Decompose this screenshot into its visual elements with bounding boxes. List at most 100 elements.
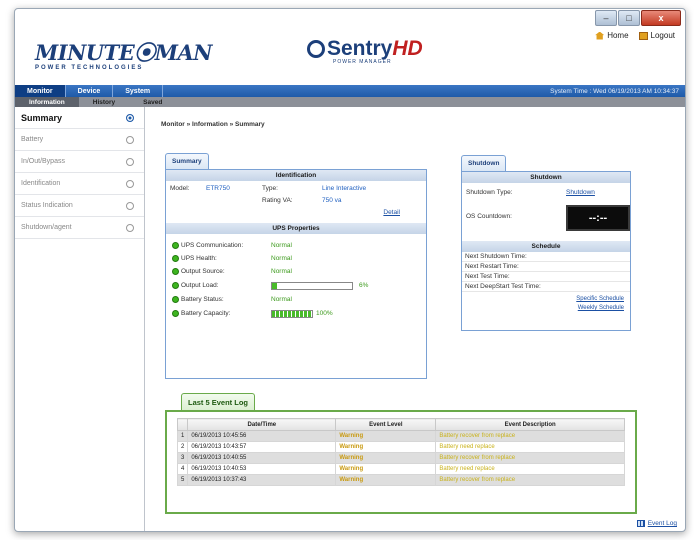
close-button[interactable]: x [641, 10, 681, 26]
row-level: Warning [335, 452, 437, 464]
row-description: Battery recover from replace [435, 474, 625, 486]
event-log-link[interactable]: Event Log [636, 520, 677, 527]
rating-label: Rating VA: [262, 197, 293, 204]
event-log-panel: Date/Time Event Level Event Description … [165, 410, 637, 514]
status-dot-icon [172, 296, 179, 303]
event-log-header-row: Date/Time Event Level Event Description [176, 418, 625, 431]
identification-title: Identification [166, 170, 426, 181]
tab-summary[interactable]: Summary [165, 153, 209, 169]
os-countdown-display: --:-- [566, 205, 630, 231]
maximize-button[interactable]: □ [618, 10, 640, 26]
subnav-saved[interactable]: Saved [129, 99, 176, 106]
col-datetime: Date/Time [187, 418, 337, 431]
nav-device[interactable]: Device [66, 85, 114, 97]
schedule-title: Schedule [462, 241, 630, 252]
property-row: Output Load: 6% [172, 278, 420, 293]
type-label: Type: [262, 185, 278, 192]
sidebar-item-summary[interactable]: Summary [15, 107, 144, 129]
property-label: Output Load: [181, 282, 219, 289]
rating-value: 750 va [322, 197, 342, 204]
row-description: Battery recover from replace [435, 430, 625, 442]
model-value: ETR750 [206, 185, 230, 192]
tab-last-5-event-log[interactable]: Last 5 Event Log [181, 393, 256, 410]
row-description: Battery need replace [435, 441, 625, 453]
os-countdown-label: OS Countdown: [466, 213, 512, 220]
property-label: Battery Capacity: [181, 310, 231, 317]
sidebar-item-label: Identification [21, 180, 61, 187]
home-link[interactable]: Home [595, 31, 629, 40]
table-row: 2 06/19/2013 10:43:57 Warning Battery need … [176, 441, 625, 453]
row-level: Warning [335, 463, 437, 475]
tab-shutdown[interactable]: Shutdown [461, 155, 507, 171]
output-load-value: 6% [359, 282, 369, 289]
radio-icon [126, 157, 134, 166]
battery-capacity-bar [271, 309, 313, 318]
main-nav: Monitor Device System System Time : Wed … [15, 85, 685, 97]
status-dot-icon [172, 255, 179, 262]
status-dot-icon [172, 242, 179, 249]
property-label: Output Source: [181, 268, 225, 275]
weekly-schedule-link[interactable]: Weekly Schedule [462, 304, 624, 313]
logout-link[interactable]: Logout [638, 31, 675, 40]
status-dot-icon [172, 282, 179, 289]
schedule-row: Next Test Time: [462, 272, 630, 282]
schedule-row: Next Restart Time: [462, 262, 630, 272]
property-row: Battery Status: Normal [172, 293, 420, 306]
shutdown-type-value[interactable]: Shutdown [566, 189, 595, 196]
schedule-row: Next Shutdown Time: [462, 252, 630, 262]
home-label: Home [607, 31, 629, 40]
subnav-information[interactable]: Information [15, 97, 79, 107]
table-row: 4 06/19/2013 10:40:53 Warning Battery need … [176, 463, 625, 475]
minuteman-logo: MINUTE⦿MAN POWER TECHNOLOGIES [35, 37, 212, 71]
sidebar-item-status-indication[interactable]: Status Indication [15, 195, 144, 217]
radio-icon [126, 135, 134, 144]
battery-capacity-fill [272, 310, 312, 317]
detail-link[interactable]: Detail [383, 209, 400, 216]
grid-icon [636, 520, 645, 527]
sidebar-item-battery[interactable]: Battery [15, 129, 144, 151]
sidebar-item-label: In/Out/Bypass [21, 158, 65, 165]
row-datetime: 06/19/2013 10:43:57 [187, 441, 337, 453]
specific-schedule-link[interactable]: Specific Schedule [462, 295, 624, 304]
row-index: 3 [176, 452, 189, 464]
minimize-button[interactable]: – [595, 10, 617, 26]
row-datetime: 06/19/2013 10:40:53 [187, 463, 337, 475]
header: MINUTE⦿MAN POWER TECHNOLOGIES Sentry HD … [15, 27, 685, 87]
status-dot-icon [172, 310, 179, 317]
type-value: Line Interactive [322, 185, 367, 192]
logout-label: Logout [650, 31, 675, 40]
row-datetime: 06/19/2013 10:40:55 [187, 452, 337, 464]
col-event-level: Event Level [335, 418, 437, 431]
sidebar-item-inoutbypass[interactable]: In/Out/Bypass [15, 151, 144, 173]
nav-monitor[interactable]: Monitor [15, 85, 66, 97]
window-controls: – □ x [595, 10, 681, 26]
output-load-bar [271, 281, 353, 290]
property-row: Battery Capacity: 100% [172, 306, 420, 321]
schedule-row: Next DeepStart Test Time: [462, 282, 630, 292]
property-value: Normal [271, 296, 292, 303]
shutdown-title: Shutdown [462, 172, 630, 183]
sentry-ring-icon [307, 40, 325, 58]
sidebar-item-identification[interactable]: Identification [15, 173, 144, 195]
sidebar-item-label: Status Indication [21, 202, 73, 209]
brand-left-main: MINUTE⦿MAN [35, 40, 212, 65]
model-label: Model: [170, 185, 190, 192]
shutdown-panel: Shutdown Shutdown Type: Shutdown OS Coun… [461, 171, 631, 331]
col-index [176, 418, 189, 431]
ups-properties-list: UPS Communication: Normal UPS Health: Norm… [166, 234, 426, 321]
brand-center-hd: HD [392, 37, 423, 60]
nav-system[interactable]: System [113, 85, 164, 97]
row-level: Warning [335, 474, 437, 486]
table-row: 1 06/19/2013 10:45:56 Warning Battery recov… [176, 430, 625, 442]
radio-icon [126, 179, 134, 188]
schedule-links: Specific Schedule Weekly Schedule [462, 292, 630, 313]
brand-center-sub: POWER MANAGER [333, 59, 392, 65]
subnav-history[interactable]: History [79, 99, 129, 106]
sidebar-item-shutdown-agent[interactable]: Shutdown/agent [15, 217, 144, 239]
shutdown-block: Shutdown Type: Shutdown OS Countdown: --… [462, 183, 630, 241]
table-row: 5 06/19/2013 10:37:43 Warning Battery recov… [176, 474, 625, 486]
radio-icon [126, 201, 134, 210]
status-dot-icon [172, 268, 179, 275]
top-links: Home Logout [595, 31, 675, 40]
radio-selected-icon [126, 113, 134, 122]
